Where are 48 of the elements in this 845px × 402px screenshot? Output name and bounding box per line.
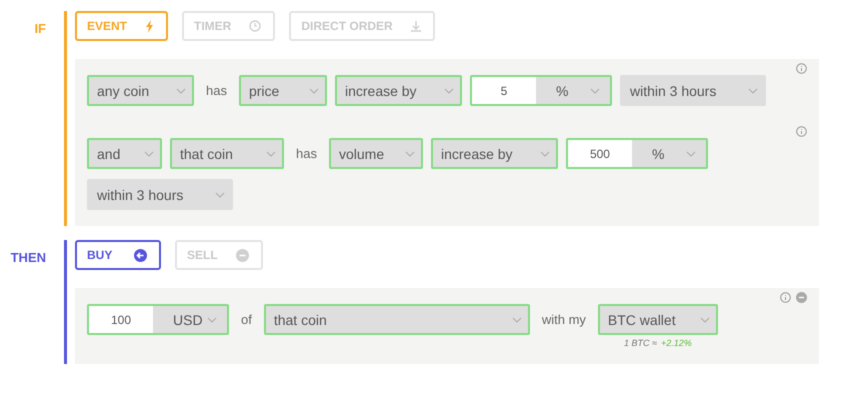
caret-icon bbox=[748, 88, 758, 94]
section-label: IF bbox=[34, 21, 46, 38]
caret-icon bbox=[176, 88, 186, 94]
dropdown[interactable]: within 3 hours bbox=[620, 75, 766, 106]
connector-text: has bbox=[295, 145, 318, 163]
amount-field[interactable]: 500 % bbox=[566, 138, 708, 169]
caret-icon bbox=[700, 316, 710, 322]
dropdown[interactable]: BTC wallet bbox=[598, 304, 718, 335]
download-icon bbox=[410, 20, 421, 32]
dropdown[interactable]: any coin bbox=[87, 75, 194, 106]
rate-note: 1 BTC ≈ +2.12% bbox=[624, 338, 692, 348]
caret-icon bbox=[590, 88, 600, 94]
connector-text: of bbox=[240, 311, 253, 329]
mode-tab[interactable]: BUY bbox=[75, 240, 161, 270]
caret-icon bbox=[686, 150, 696, 156]
dropdown[interactable]: volume bbox=[328, 138, 423, 169]
caret-icon bbox=[308, 88, 319, 94]
caret-icon bbox=[266, 150, 276, 156]
amount-input[interactable]: 500 bbox=[568, 140, 632, 167]
caret-icon bbox=[144, 150, 154, 156]
amount-field[interactable]: 100 USD bbox=[87, 304, 229, 335]
amount-input[interactable]: 100 bbox=[89, 306, 153, 333]
caret-icon bbox=[512, 316, 522, 322]
amount-input[interactable]: 5 bbox=[472, 77, 536, 104]
dropdown[interactable]: increase by bbox=[430, 138, 558, 169]
caret-icon bbox=[444, 88, 454, 94]
connector-text: with my bbox=[540, 311, 587, 329]
clock-icon bbox=[249, 20, 262, 32]
caret-icon bbox=[540, 150, 550, 156]
dropdown[interactable]: that coin bbox=[264, 304, 530, 335]
info-icon[interactable] bbox=[796, 63, 807, 74]
remove-icon[interactable] bbox=[796, 292, 807, 303]
info-icon[interactable] bbox=[796, 126, 807, 137]
dropdown[interactable]: increase by bbox=[334, 75, 462, 106]
lightning-icon bbox=[145, 20, 154, 32]
dropdown[interactable]: and bbox=[87, 138, 162, 169]
minus-circle-icon bbox=[236, 248, 249, 262]
caret-icon bbox=[207, 316, 217, 322]
dropdown[interactable]: price bbox=[238, 75, 327, 106]
section-label: THEN bbox=[10, 250, 46, 267]
amount-field[interactable]: 5 % bbox=[470, 75, 612, 106]
dropdown[interactable]: that coin bbox=[170, 138, 284, 169]
dropdown[interactable]: within 3 hours bbox=[87, 179, 233, 210]
arrow-circle-icon bbox=[134, 248, 147, 262]
connector-text: has bbox=[205, 82, 228, 100]
info-icon[interactable] bbox=[780, 292, 791, 303]
caret-icon bbox=[215, 192, 225, 198]
caret-icon bbox=[404, 150, 415, 156]
